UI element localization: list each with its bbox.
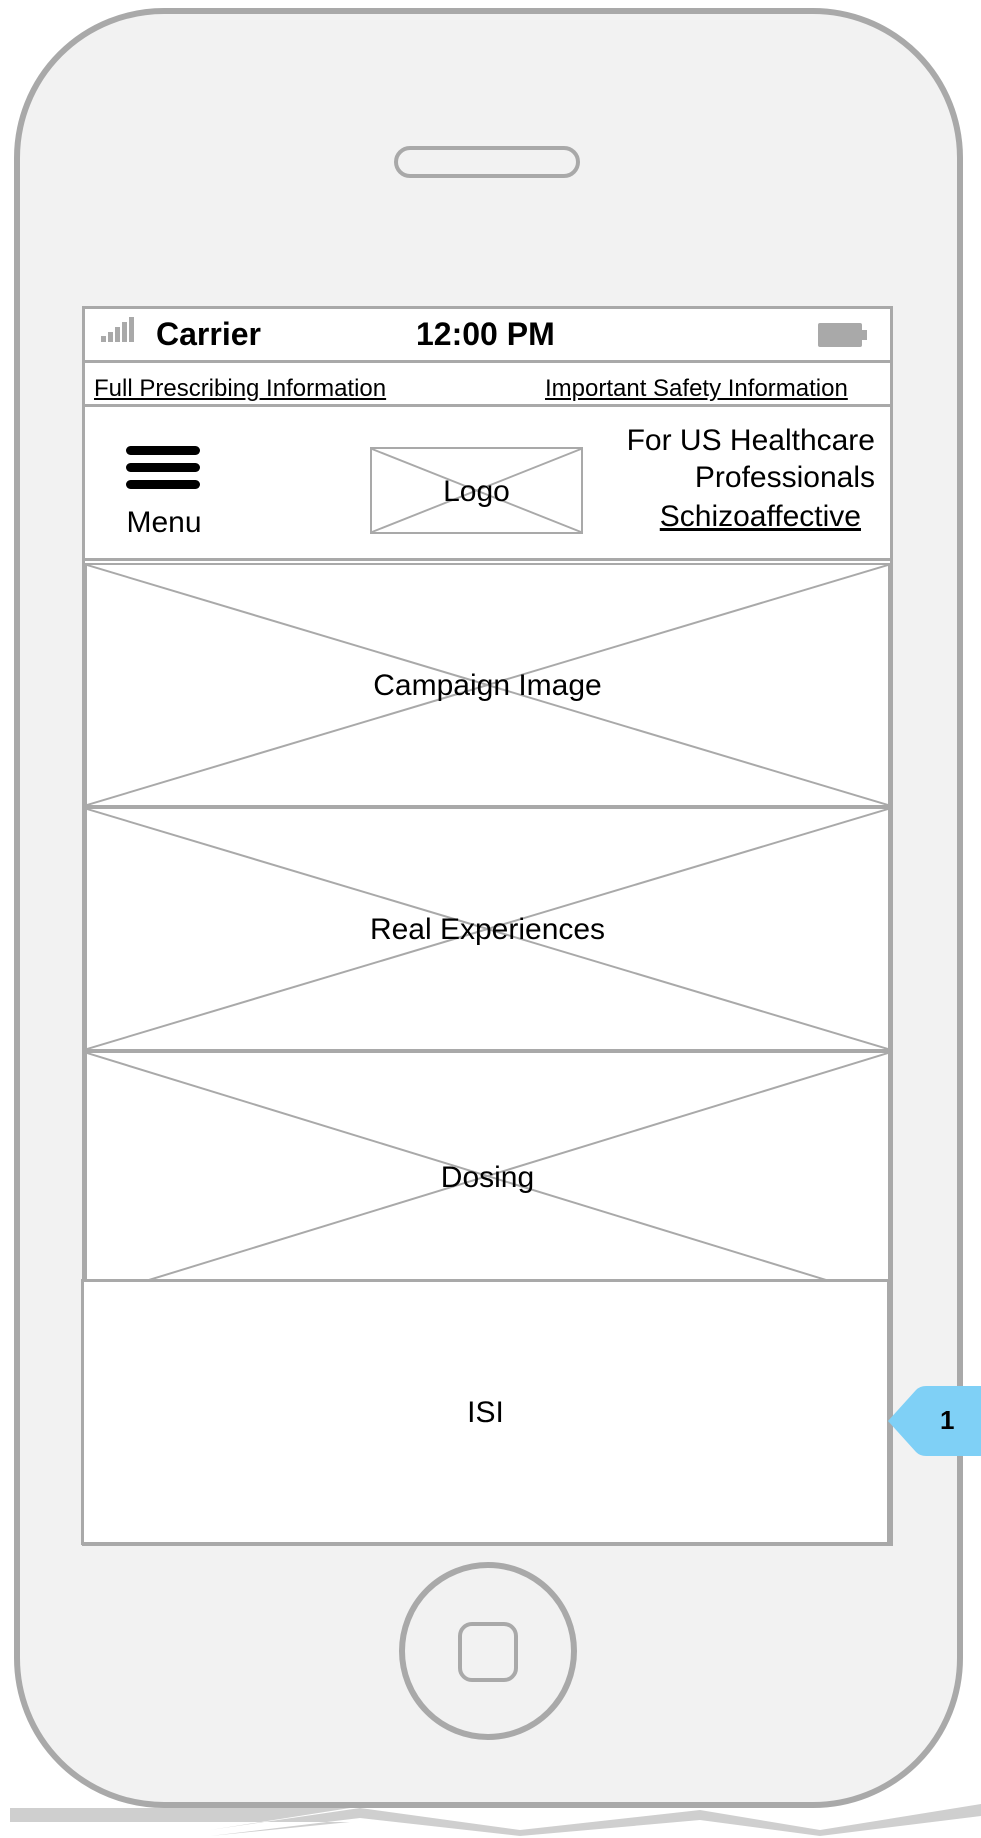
annotation-callout: 1 xyxy=(888,1386,981,1456)
signal-icon xyxy=(122,322,127,342)
home-square-icon xyxy=(458,1622,518,1682)
carrier-label: Carrier xyxy=(156,316,261,352)
audience-line-1: For US Healthcare xyxy=(626,424,875,457)
hamburger-icon xyxy=(126,446,200,455)
dosing-label: Dosing xyxy=(440,1161,535,1194)
menu-label: Menu xyxy=(126,506,202,539)
isi-panel[interactable]: ISI xyxy=(81,1279,890,1545)
signal-icon xyxy=(101,336,106,342)
battery-tip xyxy=(862,330,867,340)
full-prescribing-link[interactable]: Full Prescribing Information xyxy=(94,375,386,403)
logo-label: Logo xyxy=(443,475,510,508)
real-experiences-label: Real Experiences xyxy=(369,913,606,946)
earpiece-speaker xyxy=(394,146,580,178)
audience-line-2: Professionals xyxy=(694,461,875,494)
hamburger-icon xyxy=(126,480,200,489)
campaign-image-label: Campaign Image xyxy=(373,669,602,702)
logo-placeholder[interactable]: Logo xyxy=(370,447,583,534)
signal-icon xyxy=(108,332,113,342)
signal-icon xyxy=(129,317,134,342)
status-time: 12:00 PM xyxy=(416,316,555,352)
callout-number: 1 xyxy=(940,1405,955,1435)
hamburger-icon xyxy=(126,463,200,472)
signal-icon xyxy=(115,327,120,342)
isi-label: ISI xyxy=(467,1396,504,1429)
battery-icon xyxy=(818,323,862,347)
campaign-image-placeholder[interactable]: Campaign Image xyxy=(85,563,890,807)
audience-notice: For US Healthcare Professionals xyxy=(627,422,875,496)
schizoaffective-link[interactable]: Schizoaffective xyxy=(660,500,861,534)
important-safety-link[interactable]: Important Safety Information xyxy=(545,375,848,403)
real-experiences-placeholder[interactable]: Real Experiences xyxy=(85,807,890,1051)
callout-marker-icon xyxy=(888,1386,981,1456)
dosing-placeholder[interactable]: Dosing xyxy=(85,1051,890,1301)
torn-edge-decoration xyxy=(10,1804,981,1836)
